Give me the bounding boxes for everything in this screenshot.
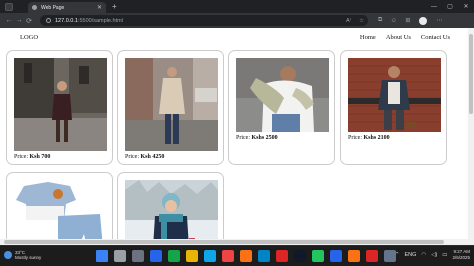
window-menu-icon[interactable] <box>5 2 13 11</box>
widgets-icon[interactable] <box>150 250 162 262</box>
product-price: Price: Kshs 2500 <box>236 135 278 141</box>
price-value: Kshs 2500 <box>251 135 278 141</box>
minimize-button[interactable]: — <box>426 4 442 10</box>
photos-icon[interactable] <box>204 250 216 262</box>
window-controls: — ▢ ✕ <box>426 0 474 13</box>
product-card[interactable]: Price: Ksh 4250 <box>117 50 224 165</box>
child-snow-scarf-photo <box>125 180 218 245</box>
man-brick-wall-photo <box>348 58 441 132</box>
language-indicator[interactable]: ENG <box>404 252 416 258</box>
site-logo[interactable]: LOGO <box>20 34 38 41</box>
vertical-scrollbar[interactable] <box>468 28 474 245</box>
woman-street-photo <box>14 58 107 151</box>
kids-blue-outfit-photo <box>14 180 107 245</box>
battery-icon[interactable]: ▭ <box>442 252 447 258</box>
clock-date: 2/6/2025 <box>452 255 470 260</box>
chat-icon[interactable] <box>168 250 180 262</box>
weather-desc: Mostly sunny <box>15 255 42 260</box>
product-card[interactable] <box>117 172 224 245</box>
tiktok-icon[interactable] <box>294 250 306 262</box>
price-label: Price: <box>236 135 250 141</box>
product-price: Price: Ksh 700 <box>14 154 50 160</box>
weather-icon <box>4 251 12 259</box>
volume-icon[interactable]: ◁) <box>431 252 437 258</box>
product-card[interactable] <box>6 172 113 245</box>
nav-contact-link[interactable]: Contact Us <box>421 34 450 41</box>
tab-web-page[interactable]: Web Page ✕ <box>28 2 106 13</box>
favorites-icon[interactable]: ✩ <box>391 17 396 24</box>
site-navbar: LOGO Home About Us Contact Us <box>0 28 468 46</box>
maximize-button[interactable]: ▢ <box>442 3 458 10</box>
new-tab-button[interactable]: + <box>112 2 117 11</box>
split-screen-icon[interactable]: ⧉ <box>378 17 382 24</box>
price-value: Kshs 2100 <box>363 135 390 141</box>
favorite-star-icon[interactable]: ☆ <box>359 18 364 24</box>
collections-icon[interactable]: ⊞ <box>405 17 410 24</box>
more-options-icon[interactable]: ⋯ <box>436 17 442 24</box>
system-tray: ⌃ ENG ◠ ◁) ▭ 9:27 AM 2/6/2025 <box>395 249 470 261</box>
url-path: :5500/sample.html <box>77 17 123 24</box>
woman-street-beige-coat-photo <box>125 58 218 151</box>
globe-icon <box>32 5 37 10</box>
close-window-button[interactable]: ✕ <box>458 3 474 10</box>
horizontal-scroll-thumb[interactable] <box>4 240 444 244</box>
search-icon[interactable] <box>114 250 126 262</box>
start-icon[interactable] <box>96 250 108 262</box>
task-view-icon[interactable] <box>132 250 144 262</box>
price-label: Price: <box>348 135 362 141</box>
firefox-icon[interactable] <box>348 250 360 262</box>
product-card[interactable]: Price: Kshs 2100 <box>340 50 447 165</box>
files-icon[interactable] <box>186 250 198 262</box>
price-label: Price: <box>125 154 139 160</box>
wifi-icon[interactable]: ◠ <box>421 252 426 258</box>
product-card[interactable]: Price: Kshs 2500 <box>228 50 335 165</box>
vscode-icon[interactable] <box>330 250 342 262</box>
price-value: Ksh 4250 <box>140 154 165 160</box>
taskbar-apps <box>96 250 396 262</box>
profile-avatar[interactable] <box>419 16 428 25</box>
info-icon[interactable] <box>46 18 51 23</box>
tab-title: Web Page <box>41 4 65 11</box>
read-aloud-icon[interactable]: A⁾ <box>346 18 351 24</box>
close-tab-icon[interactable]: ✕ <box>97 5 102 11</box>
nav-home-link[interactable]: Home <box>360 34 376 41</box>
nav-about-link[interactable]: About Us <box>386 34 411 41</box>
product-card[interactable]: Price: Ksh 700 <box>6 50 113 165</box>
browser-toolbar: ← → ⟳ 127.0.0.1 :5500/sample.html A⁾ ☆ ⧉… <box>0 13 474 28</box>
forward-button[interactable]: → <box>14 17 24 24</box>
product-price: Price: Kshs 2100 <box>348 135 390 141</box>
price-value: Ksh 700 <box>29 154 51 160</box>
price-label: Price: <box>14 154 28 160</box>
windows-taskbar: 33°C Mostly sunny ⌃ ENG ◠ ◁) ▭ 9:27 AM 2… <box>0 245 474 266</box>
brave-icon[interactable] <box>240 250 252 262</box>
back-button[interactable]: ← <box>4 17 14 24</box>
reload-button[interactable]: ⟳ <box>24 17 34 25</box>
browser-tab-bar: Web Page ✕ + — ▢ ✕ <box>0 0 474 13</box>
youtube-icon[interactable] <box>222 250 234 262</box>
chevron-up-icon[interactable]: ⌃ <box>395 252 400 258</box>
man-knit-sweater-photo <box>236 58 329 132</box>
opera-icon[interactable] <box>366 250 378 262</box>
vertical-scroll-thumb[interactable] <box>469 34 473 114</box>
product-price: Price: Ksh 4250 <box>125 154 164 160</box>
url-host: 127.0.0.1 <box>55 17 78 24</box>
clock[interactable]: 9:27 AM 2/6/2025 <box>452 249 470 261</box>
chrome-icon[interactable] <box>312 250 324 262</box>
netflix-icon[interactable] <box>276 250 288 262</box>
address-bar[interactable]: 127.0.0.1 :5500/sample.html A⁾ ☆ <box>40 15 368 26</box>
weather-widget[interactable]: 33°C Mostly sunny <box>4 250 41 260</box>
page-viewport: LOGO Home About Us Contact Us Price: Ksh… <box>0 28 474 245</box>
edge-icon[interactable] <box>258 250 270 262</box>
